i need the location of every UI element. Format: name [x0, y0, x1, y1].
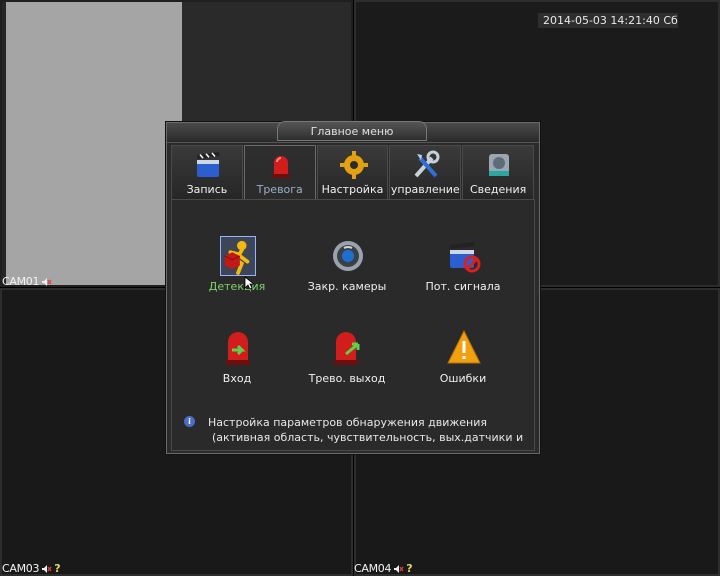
- item-label: Пот. сигнала: [425, 280, 501, 293]
- camera-name: CAM01: [2, 275, 40, 288]
- audio-icon: [394, 564, 404, 573]
- item-video-loss[interactable]: Пот. сигнала: [408, 236, 518, 306]
- menu-tabs: Запись Тревога Настройка управление Свед…: [171, 145, 535, 199]
- alarm-panel: Детекция Закр. камеры Пот. сигнала Вход …: [171, 199, 535, 451]
- tab-settings[interactable]: Настройка: [316, 145, 389, 199]
- audio-icon: [42, 277, 52, 286]
- item-errors[interactable]: Ошибки: [408, 328, 518, 398]
- camera-name: CAM04: [354, 562, 392, 575]
- camera-name: CAM03: [2, 562, 40, 575]
- alarm-output-icon: [334, 332, 360, 365]
- mouse-cursor-icon: [244, 276, 254, 290]
- camera-blind-icon: [333, 241, 363, 271]
- clapperboard-icon: [197, 152, 220, 177]
- item-label: Вход: [222, 372, 252, 385]
- item-label: Детекция: [208, 280, 266, 293]
- tab-management[interactable]: управление: [389, 145, 462, 199]
- hdd-info-icon: [489, 154, 510, 176]
- info-icon: i: [184, 416, 195, 427]
- tab-alarm[interactable]: Тревога: [243, 145, 316, 199]
- item-label: Закр. камеры: [307, 280, 387, 293]
- video-loss-icon: [450, 242, 481, 273]
- tab-label: Тревога: [256, 183, 303, 196]
- gear-icon: [339, 151, 368, 179]
- item-alarm-output[interactable]: Трево. выход: [292, 328, 402, 398]
- item-label: Трево. выход: [308, 372, 386, 385]
- audio-icon: [42, 564, 52, 573]
- help-text-line1: Настройка параметров обнаружения движени…: [208, 416, 487, 429]
- help-text: i Настройка параметров обнаружения движе…: [184, 415, 524, 445]
- tab-label: управление: [390, 183, 460, 196]
- camera-label-cam04: CAM04 ?: [354, 562, 413, 575]
- alarm-input-icon: [226, 332, 250, 365]
- camera-label-cam03: CAM03 ?: [2, 562, 61, 575]
- tab-label: Сведения: [469, 183, 527, 196]
- item-motion-detect[interactable]: Детекция: [182, 236, 292, 306]
- tools-icon: [414, 150, 440, 178]
- item-label: Ошибки: [439, 372, 487, 385]
- camera-label-cam01: CAM01: [2, 275, 52, 288]
- item-alarm-input[interactable]: Вход: [182, 328, 292, 398]
- tab-label: Запись: [186, 183, 228, 196]
- main-menu-window: Главное меню Запись Тревога Настройка уп…: [166, 121, 540, 454]
- datetime-overlay: 2014-05-03 14:21:40 Сб: [538, 13, 678, 28]
- tab-record[interactable]: Запись: [171, 145, 243, 199]
- menu-title: Главное меню: [277, 121, 427, 141]
- alarm-siren-icon: [271, 156, 290, 178]
- item-camera-blind[interactable]: Закр. камеры: [292, 236, 402, 306]
- warning-icon: [447, 329, 481, 364]
- tab-label: Настройка: [321, 183, 384, 196]
- tab-info[interactable]: Сведения: [462, 145, 534, 199]
- help-text-line2: (активная область, чувствительность, вых…: [212, 431, 524, 444]
- camera-image: [6, 2, 182, 285]
- motion-detect-icon: [220, 236, 256, 276]
- no-signal-badge: ?: [406, 562, 413, 575]
- no-signal-badge: ?: [54, 562, 61, 575]
